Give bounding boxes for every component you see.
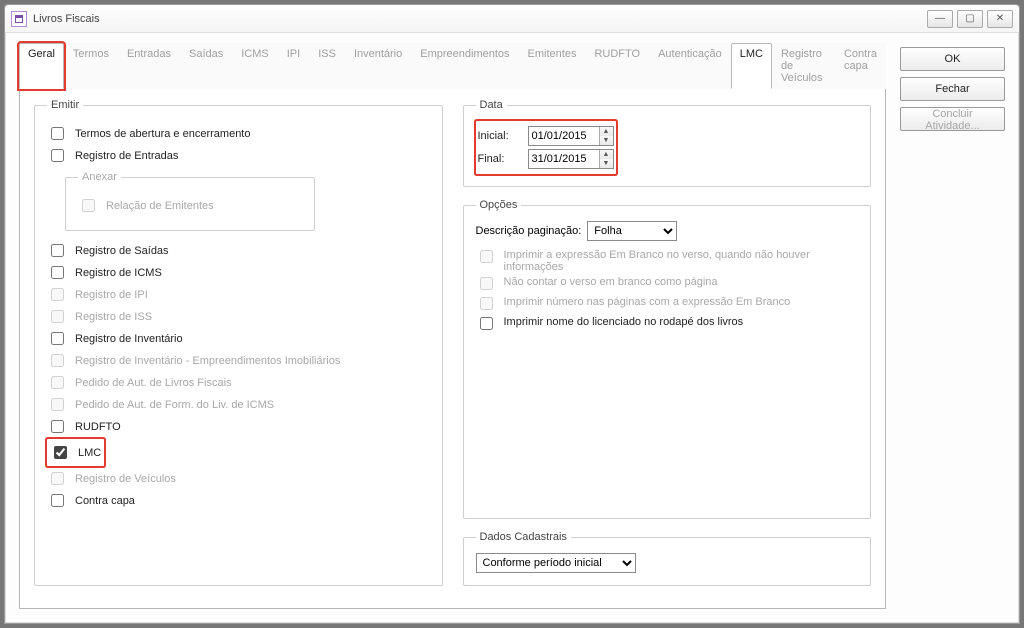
date-inicial-spinner[interactable]: ▲▼ [528, 126, 614, 146]
date-inicial-input[interactable] [529, 127, 599, 145]
check-registro-de-ve-culos: Registro de Veículos [47, 469, 430, 488]
anexar-legend: Anexar [78, 171, 121, 183]
opt-imprimir-nome-do-licenciado-no-rodap-dos[interactable]: Imprimir nome do licenciado no rodapé do… [476, 316, 859, 333]
opcoes-group: Opções Descrição paginação: Folha Imprim… [463, 199, 872, 519]
check-contra-capa[interactable]: Contra capa [47, 491, 430, 510]
tab-empreendimentos[interactable]: Empreendimentos [411, 43, 518, 89]
emitir-group: Emitir Termos de abertura e encerramento… [34, 99, 443, 586]
date-inicial-arrows[interactable]: ▲▼ [599, 127, 613, 145]
check-registro-de-entradas[interactable]: Registro de Entradas [47, 146, 430, 165]
tab-bar: GeralTermosEntradasSaídasICMSIPIISSInven… [19, 43, 886, 89]
tab-registro-de-veículos[interactable]: Registro de Veículos [772, 43, 835, 89]
close-button[interactable]: ✕ [987, 10, 1013, 28]
check-registro-de-invent-rio[interactable]: Registro de Inventário [47, 329, 430, 348]
tab-inventário[interactable]: Inventário [345, 43, 411, 89]
dados-legend: Dados Cadastrais [476, 531, 571, 543]
tab-termos[interactable]: Termos [64, 43, 118, 89]
paginacao-label: Descrição paginação: [476, 225, 582, 237]
date-row-final: Final: ▲▼ [478, 149, 614, 169]
fechar-button[interactable]: Fechar [900, 77, 1005, 101]
check-lmc[interactable]: LMC [50, 443, 101, 462]
paginacao-row: Descrição paginação: Folha [476, 221, 859, 241]
content-area: GeralTermosEntradasSaídasICMSIPIISSInven… [5, 33, 1019, 623]
tab-rudfto[interactable]: RUDFTO [585, 43, 649, 89]
check-relacao-emitentes-label: Relação de Emitentes [106, 200, 214, 212]
check-registro-de-invent-rio-empreendimentos-imobili-rios: Registro de Inventário - Empreendimentos… [47, 351, 430, 370]
check-pedido-de-aut-de-livros-fiscais: Pedido de Aut. de Livros Fiscais [47, 373, 430, 392]
opt-n-o-contar-o-verso-em-branco-como-p-gina: Não contar o verso em branco como página [476, 276, 859, 293]
dados-select[interactable]: Conforme período inicial [476, 553, 636, 573]
tab-panel-geral: Emitir Termos de abertura e encerramento… [19, 89, 886, 609]
check-registro-de-icms[interactable]: Registro de ICMS [47, 263, 430, 282]
date-row-inicial: Inicial: ▲▼ [478, 126, 614, 146]
left-column: Emitir Termos de abertura e encerramento… [34, 99, 443, 598]
check-registro-de-sa-das[interactable]: Registro de Saídas [47, 241, 430, 260]
tab-autenticação[interactable]: Autenticação [649, 43, 731, 89]
anexar-group: Anexar Relação de Emitentes [65, 171, 315, 231]
date-final-spinner[interactable]: ▲▼ [528, 149, 614, 169]
tab-entradas[interactable]: Entradas [118, 43, 180, 89]
button-column: OK Fechar Concluir Atividade... [900, 43, 1005, 609]
right-column: Data Inicial: ▲▼ Final: [463, 99, 872, 598]
check-registro-de-ipi: Registro de IPI [47, 285, 430, 304]
check-relacao-emitentes: Relação de Emitentes [78, 196, 302, 215]
date-final-label: Final: [478, 153, 522, 165]
tab-ipi[interactable]: IPI [278, 43, 309, 89]
data-legend: Data [476, 99, 507, 111]
emitir-legend: Emitir [47, 99, 83, 111]
data-group: Data Inicial: ▲▼ Final: [463, 99, 872, 187]
main-area: GeralTermosEntradasSaídasICMSIPIISSInven… [19, 43, 886, 609]
check-rudfto[interactable]: RUDFTO [47, 417, 430, 436]
paginacao-select[interactable]: Folha [587, 221, 677, 241]
tab-iss[interactable]: ISS [309, 43, 345, 89]
dados-cadastrais-group: Dados Cadastrais Conforme período inicia… [463, 531, 872, 586]
opcoes-legend: Opções [476, 199, 522, 211]
tab-emitentes[interactable]: Emitentes [519, 43, 586, 89]
opt-imprimir-n-mero-nas-p-ginas-com-a-expres: Imprimir número nas páginas com a expres… [476, 296, 859, 313]
check-pedido-de-aut-de-form-do-liv-de-icms: Pedido de Aut. de Form. do Liv. de ICMS [47, 395, 430, 414]
tab-lmc[interactable]: LMC [731, 43, 772, 89]
date-highlight: Inicial: ▲▼ Final: ▲▼ [476, 121, 616, 174]
tab-saídas[interactable]: Saídas [180, 43, 232, 89]
window-buttons: — ▢ ✕ [927, 10, 1013, 28]
date-final-arrows[interactable]: ▲▼ [599, 150, 613, 168]
date-inicial-label: Inicial: [478, 130, 522, 142]
lmc-highlight: LMC [47, 439, 104, 466]
check-termos-de-abertura-e-encerramento[interactable]: Termos de abertura e encerramento [47, 124, 430, 143]
tab-icms[interactable]: ICMS [232, 43, 278, 89]
ok-button[interactable]: OK [900, 47, 1005, 71]
check-registro-de-iss: Registro de ISS [47, 307, 430, 326]
concluir-button[interactable]: Concluir Atividade... [900, 107, 1005, 131]
tab-geral[interactable]: Geral [19, 43, 64, 89]
app-window: Livros Fiscais — ▢ ✕ GeralTermosEntradas… [4, 4, 1020, 624]
opt-imprimir-a-express-o-em-branco-no-verso-: Imprimir a expressão Em Branco no verso,… [476, 249, 859, 273]
window-title: Livros Fiscais [33, 13, 100, 25]
check-relacao-emitentes-input [82, 199, 95, 212]
minimize-button[interactable]: — [927, 10, 953, 28]
app-icon [11, 11, 27, 27]
titlebar: Livros Fiscais — ▢ ✕ [5, 5, 1019, 33]
tab-contra-capa[interactable]: Contra capa [835, 43, 886, 89]
maximize-button[interactable]: ▢ [957, 10, 983, 28]
date-final-input[interactable] [529, 150, 599, 168]
